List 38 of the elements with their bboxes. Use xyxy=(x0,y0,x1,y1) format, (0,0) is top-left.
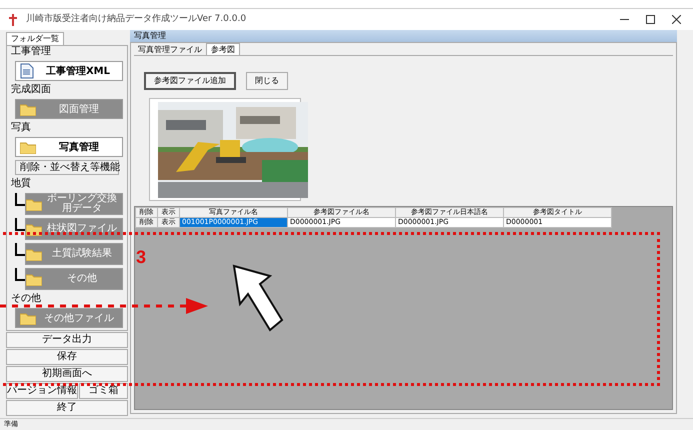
sidebar-button[interactable]: 保存 xyxy=(6,349,128,365)
folder-icon xyxy=(26,272,42,286)
sidebar-button[interactable]: データ出力 xyxy=(6,332,128,348)
sidebar-button[interactable]: バージョン情報 xyxy=(6,383,78,399)
step-number: 3 xyxy=(136,246,146,269)
sidebar-button[interactable]: 終了 xyxy=(6,400,128,416)
folder-icon xyxy=(20,102,36,116)
folder-button[interactable]: 工事管理XML xyxy=(15,61,123,81)
window-title: 川崎市版受注者向け納品データ作成ツールVer 7.0.0.0 xyxy=(26,12,248,26)
tree-branch-icon xyxy=(15,243,25,256)
minimize-icon xyxy=(620,18,628,20)
folder-icon xyxy=(20,312,36,324)
section-heading: その他 xyxy=(10,293,42,305)
tree-branch-icon xyxy=(15,218,25,231)
tab[interactable]: 参考図 xyxy=(206,43,240,55)
section-heading: 完成図面 xyxy=(10,84,52,96)
tree-branch-icon xyxy=(15,268,25,281)
maximize-icon xyxy=(646,15,654,24)
action-button[interactable]: 閉じる xyxy=(246,72,288,90)
app-icon xyxy=(8,14,18,26)
folder-list-tab[interactable]: フォルダ一覧 xyxy=(6,32,64,45)
tree-branch-icon xyxy=(15,193,25,206)
folder-icon xyxy=(20,140,36,154)
close-icon xyxy=(672,15,680,24)
cursor-arrow-icon xyxy=(230,262,284,334)
action-button[interactable]: 参考図ファイル追加 xyxy=(144,72,236,90)
section-heading: 工事管理 xyxy=(10,46,52,58)
document-icon xyxy=(20,63,34,79)
folder-icon xyxy=(26,248,42,260)
tab[interactable]: 写真管理ファイル xyxy=(134,43,206,55)
section-heading: 地質 xyxy=(10,178,32,190)
panel-header: 写真管理 xyxy=(130,30,677,42)
sidebar-button[interactable]: 初期画面へ xyxy=(6,366,128,382)
function-button[interactable]: 削除・並べ替え等機能 xyxy=(15,160,119,175)
folder-icon xyxy=(26,198,42,210)
folder-button[interactable]: 写真管理 xyxy=(15,137,123,157)
sidebar-button[interactable]: ゴミ箱 xyxy=(79,383,128,399)
section-heading: 写真 xyxy=(10,122,32,134)
